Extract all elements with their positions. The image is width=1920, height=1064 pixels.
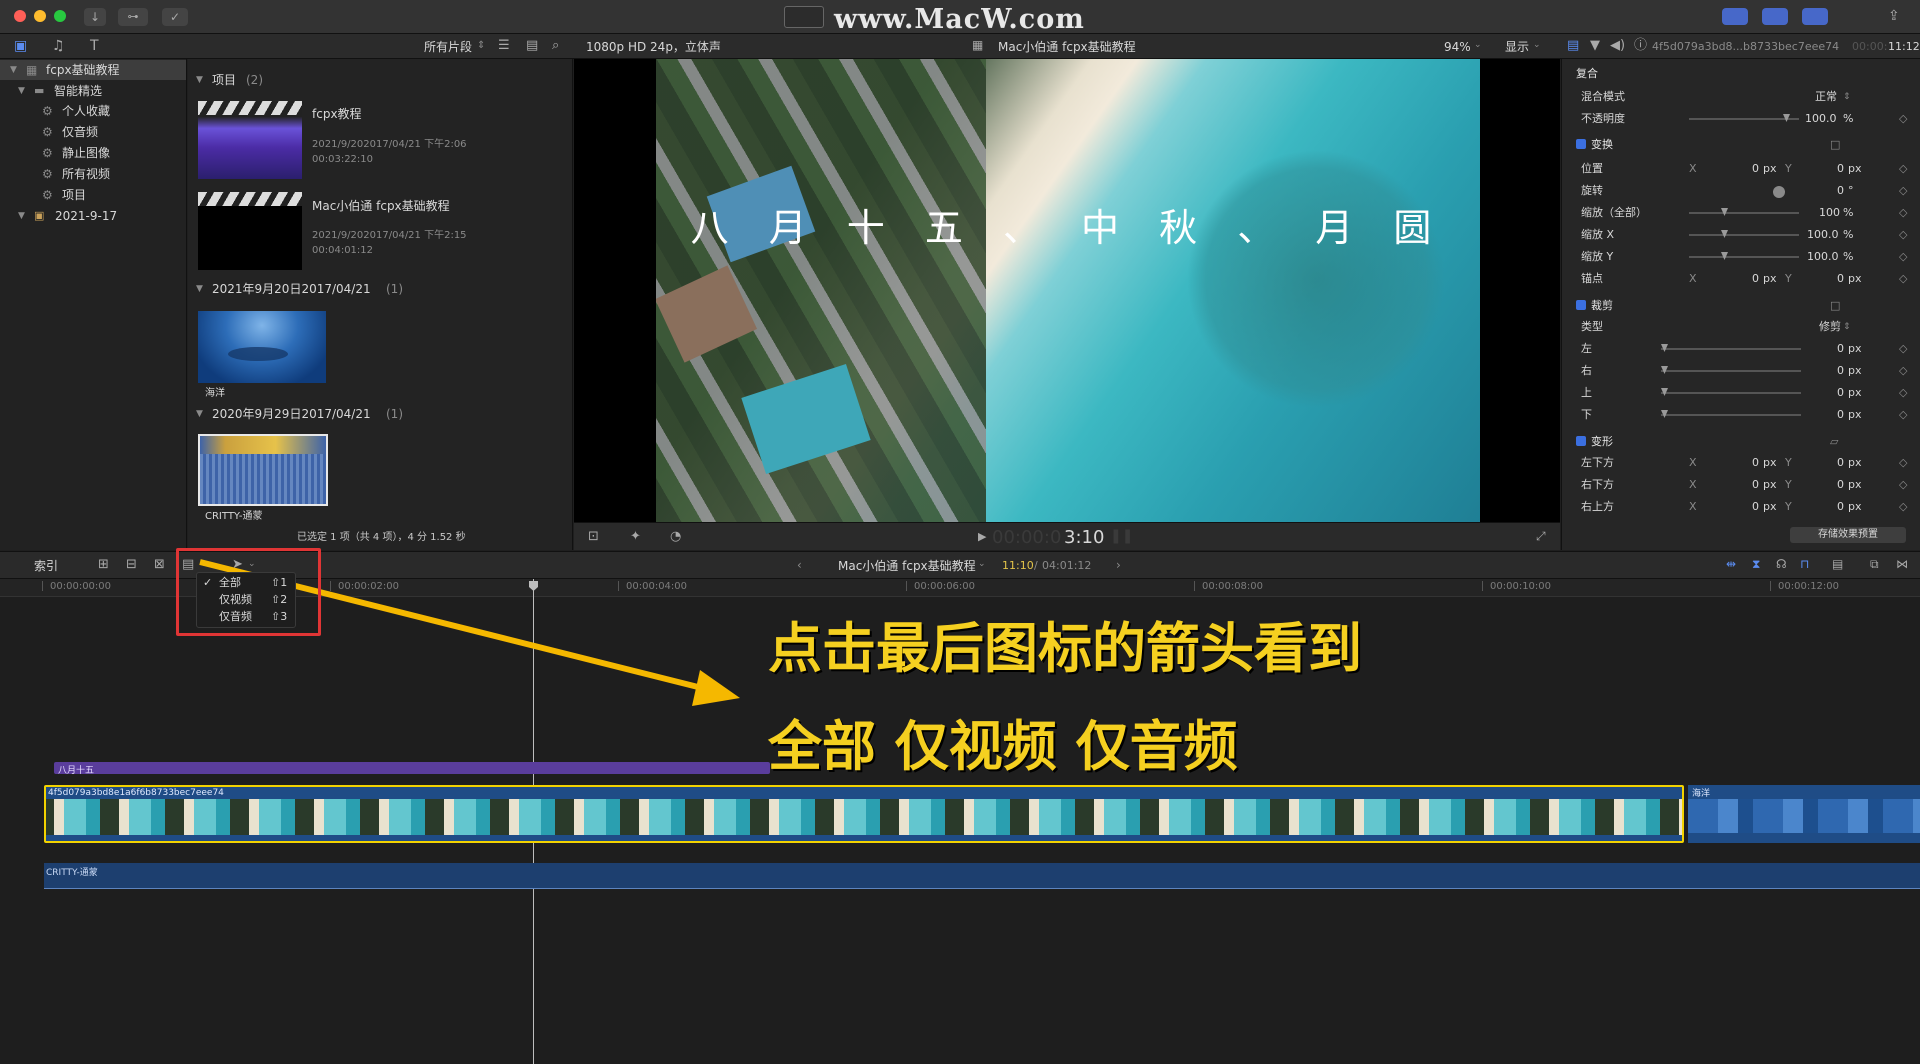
dropdown-item-shortcut: ⇧3 xyxy=(271,610,288,623)
dropdown-item-audio-only[interactable]: 仅音频 ⇧3 xyxy=(197,609,297,625)
edit-mode-dropdown: ✓ 全部 ⇧1 仅视频 ⇧2 仅音频 ⇧3 xyxy=(196,572,296,628)
dropdown-item-shortcut: ⇧2 xyxy=(271,593,288,606)
annotation-arrow xyxy=(199,559,740,706)
dropdown-item-video-only[interactable]: 仅视频 ⇧2 xyxy=(197,592,297,608)
dropdown-item-label: 全部 xyxy=(219,576,241,589)
dropdown-item-label: 仅视频 xyxy=(219,593,252,606)
checkmark-icon: ✓ xyxy=(203,576,213,589)
final-cut-pro-window: ↓ ⊶ ✓ www.MacW.com ⇪ ▣ ♫ T 所有片段 ⇕ ☰ ▤ ⌕ … xyxy=(0,0,1920,1064)
dropdown-item-shortcut: ⇧1 xyxy=(271,576,288,589)
arrow-head xyxy=(692,670,740,706)
dropdown-item-all[interactable]: ✓ 全部 ⇧1 xyxy=(197,575,297,591)
dropdown-item-label: 仅音频 xyxy=(219,610,252,623)
